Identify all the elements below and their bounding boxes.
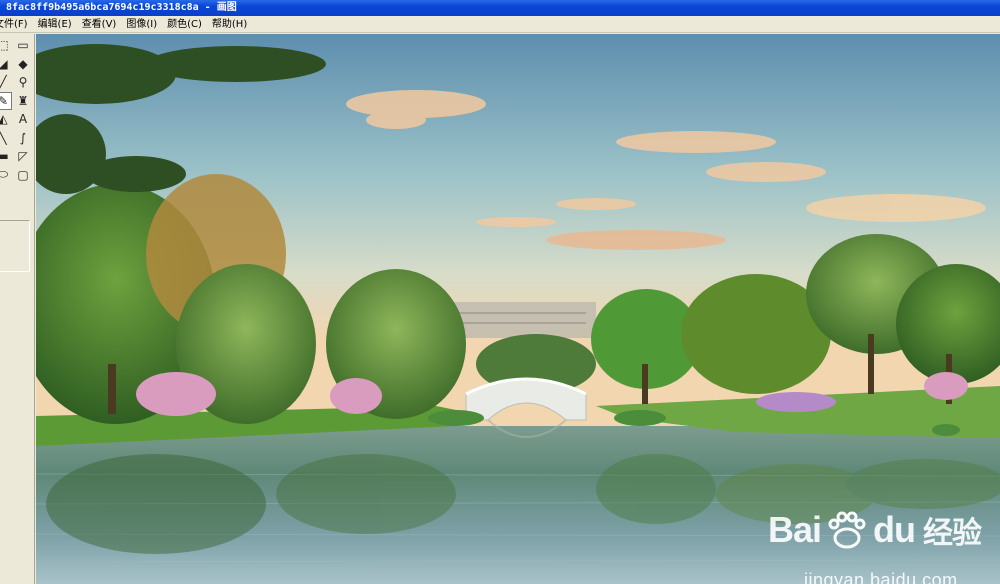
menu-bar: 文件(F) 编辑(E) 查看(V) 图像(I) 颜色(C) 帮助(H) — [0, 16, 1000, 33]
menu-image[interactable]: 图像(I) — [126, 16, 162, 33]
magnifier-icon[interactable]: ⚲ — [14, 73, 32, 91]
window-title: 8fac8ff9b495a6bca7694c19c3318c8a - 画图 — [6, 2, 237, 13]
free-select-icon[interactable]: ⬚ — [0, 36, 12, 54]
rectangle-icon[interactable]: ▬ — [0, 147, 12, 165]
line-icon[interactable]: ╲ — [0, 129, 12, 147]
watermark-logo: Bai du 经验 — [768, 508, 982, 552]
curve-icon[interactable]: ∫ — [14, 129, 32, 147]
color-picker-icon[interactable]: ╱ — [0, 73, 12, 91]
baidu-watermark: Bai du 经验 jingyan.baidu.com — [768, 508, 1000, 584]
eraser-icon[interactable]: ◢ — [0, 55, 12, 73]
ellipse-icon[interactable]: ⬭ — [0, 166, 12, 184]
menu-file[interactable]: 文件(F) — [0, 16, 33, 33]
brush-icon[interactable]: ♜ — [14, 92, 32, 110]
text-icon[interactable]: A — [14, 110, 32, 128]
tool-options-panel[interactable] — [0, 220, 30, 272]
landscape-image — [36, 34, 1000, 584]
menu-colors[interactable]: 颜色(C) — [167, 16, 207, 33]
watermark-url: jingyan.baidu.com — [804, 570, 958, 584]
menu-view[interactable]: 查看(V) — [82, 16, 122, 33]
distant-building — [446, 302, 596, 338]
polygon-icon[interactable]: ◸ — [14, 147, 32, 165]
watermark-logo-bai: Bai — [768, 509, 822, 550]
fill-bucket-icon[interactable]: ◆ — [14, 55, 32, 73]
canvas-area[interactable]: Bai du 经验 jingyan.baidu.com — [36, 34, 1000, 584]
tool-grid: ⬚▭◢◆╱⚲✎♜◭A╲∫▬◸⬭▢ — [0, 36, 34, 184]
toolbox: ⬚▭◢◆╱⚲✎♜◭A╲∫▬◸⬭▢ — [0, 34, 35, 584]
airbrush-icon[interactable]: ◭ — [0, 110, 12, 128]
watermark-logo-cn: 经验 — [923, 516, 982, 551]
menu-edit[interactable]: 编辑(E) — [38, 16, 77, 33]
watermark-logo-du: du — [873, 509, 916, 550]
pencil-icon[interactable]: ✎ — [0, 91, 12, 110]
image-canvas[interactable] — [36, 34, 1000, 584]
menu-help[interactable]: 帮助(H) — [212, 16, 252, 33]
window-title-bar[interactable]: 8fac8ff9b495a6bca7694c19c3318c8a - 画图 — [0, 0, 1000, 16]
baidu-paw-icon — [828, 511, 866, 549]
rect-select-icon[interactable]: ▭ — [14, 36, 32, 54]
rounded-rect-icon[interactable]: ▢ — [14, 166, 32, 184]
